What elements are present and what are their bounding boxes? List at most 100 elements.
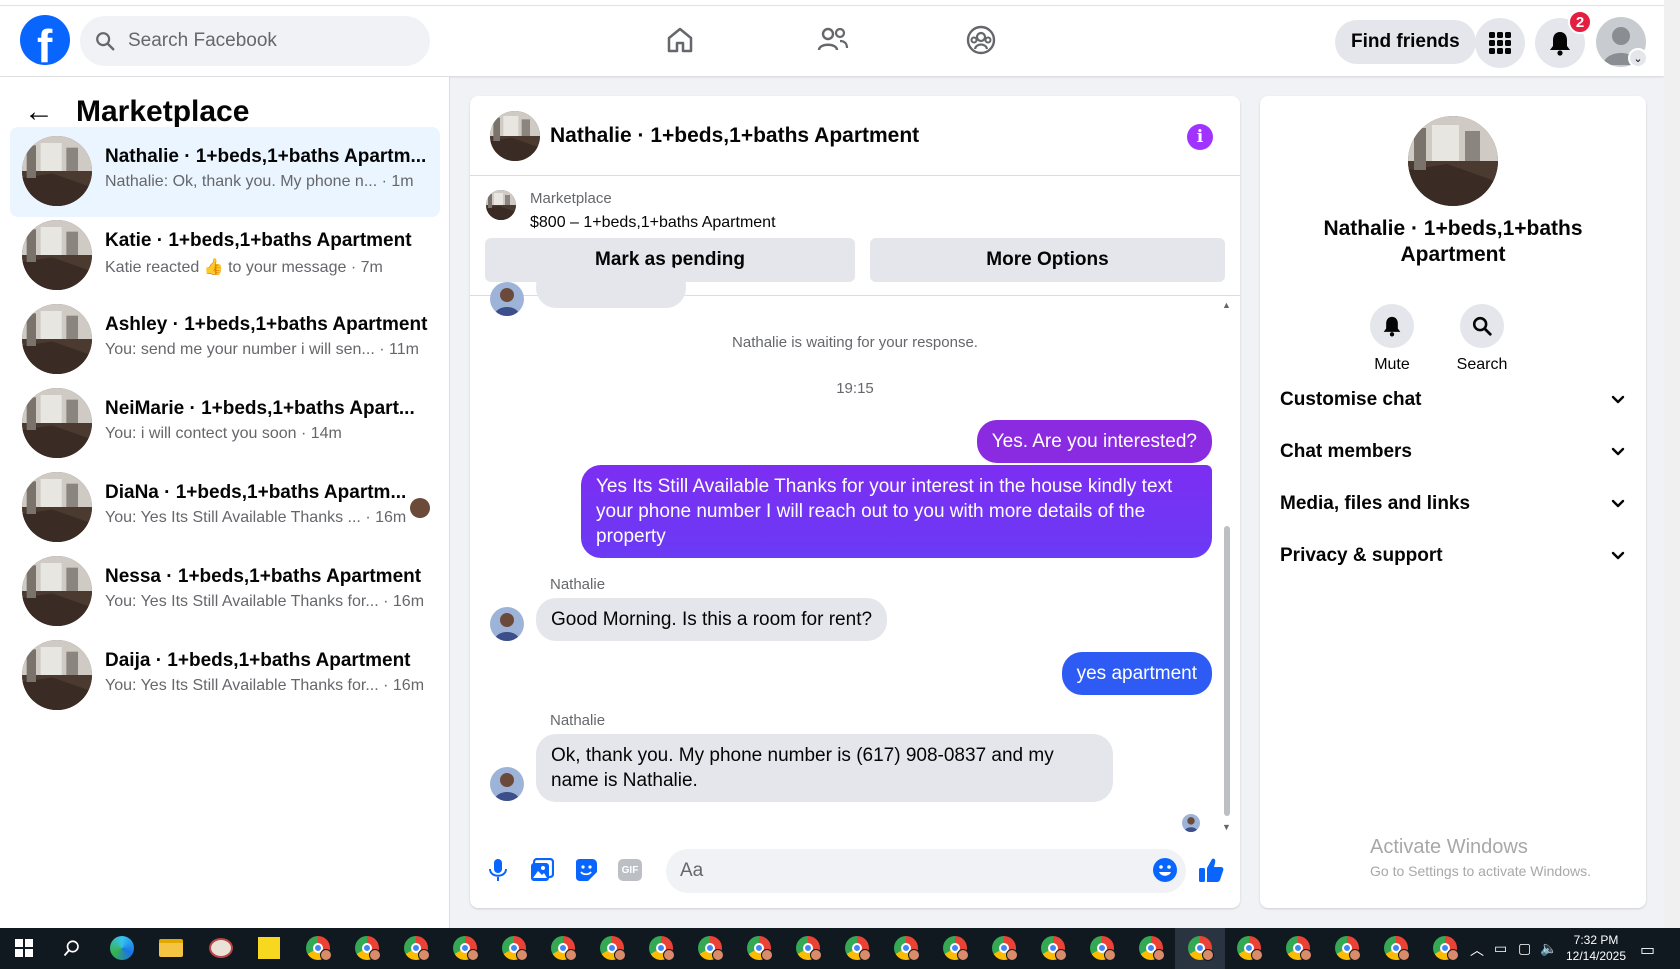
chrome-browser-icon[interactable]	[450, 933, 480, 963]
outgoing-message[interactable]: Yes. Are you interested?	[976, 420, 1212, 463]
sticky-notes-icon[interactable]	[254, 933, 284, 963]
section-label: Privacy & support	[1280, 545, 1443, 566]
details-title: Nathalie · 1+beds,1+baths Apartment	[1323, 217, 1583, 266]
incoming-message[interactable]: Good Morning. Is this a room for rent?	[536, 598, 888, 641]
page-scrollbar[interactable]	[1664, 0, 1680, 928]
back-arrow-icon[interactable]: ←	[24, 95, 54, 129]
chrome-browser-icon[interactable]	[499, 933, 529, 963]
chevron-down-icon	[1611, 551, 1625, 560]
details-section-row[interactable]: Media, files and links	[1280, 484, 1626, 524]
chrome-browser-icon[interactable]	[1136, 933, 1166, 963]
chrome-browser-icon[interactable]	[646, 933, 676, 963]
conversation-item[interactable]: DiaNa · 1+beds,1+baths Apartm... You: Yes…	[10, 463, 440, 553]
display-icon[interactable]: ▢	[1518, 940, 1531, 957]
chrome-browser-icon[interactable]	[401, 933, 431, 963]
taskbar-search-icon[interactable]	[57, 933, 87, 963]
conversation-title: Daija · 1+beds,1+baths Apartment	[105, 650, 411, 671]
chrome-browser-icon[interactable]	[1381, 933, 1411, 963]
facebook-logo-icon[interactable]: f	[20, 15, 70, 72]
search-in-conversation-button[interactable]: Search	[1447, 304, 1517, 374]
details-section-row[interactable]: Chat members	[1280, 432, 1626, 472]
listing-thumbnail[interactable]	[490, 111, 540, 161]
conversation-item[interactable]: Ashley · 1+beds,1+baths Apartment You: se…	[10, 295, 440, 385]
more-options-button[interactable]: More Options	[870, 238, 1225, 282]
file-explorer-icon[interactable]	[156, 933, 186, 963]
conversation-item[interactable]: Nessa · 1+beds,1+baths Apartment You: Yes…	[10, 547, 440, 637]
emoji-icon[interactable]	[1147, 852, 1183, 888]
page-title: Marketplace	[76, 95, 250, 128]
sidebar-header: ← Marketplace	[24, 95, 249, 129]
taskbar-clock[interactable]: 7:32 PM 12/14/2025	[1560, 932, 1632, 964]
conversation-details-panel: Nathalie · 1+beds,1+baths Apartment Mute…	[1260, 96, 1646, 908]
chrome-browser-icon[interactable]	[303, 933, 333, 963]
chrome-browser-icon[interactable]	[548, 933, 578, 963]
gif-icon[interactable]: GIF	[612, 852, 648, 888]
chrome-browser-icon[interactable]	[940, 933, 970, 963]
outgoing-message[interactable]: Yes Its Still Available Thanks for your …	[581, 465, 1212, 558]
chrome-browser-icon[interactable]	[695, 933, 725, 963]
chrome-browser-icon[interactable]	[1185, 933, 1215, 963]
conversation-item[interactable]: NeiMarie · 1+beds,1+baths Apart... You: i…	[10, 379, 440, 469]
conversation-item[interactable]: Nathalie · 1+beds,1+baths Apartm... Natha…	[10, 127, 440, 217]
menu-grid-icon[interactable]	[1475, 18, 1525, 68]
microphone-icon[interactable]	[480, 852, 516, 888]
incoming-message[interactable]: Ok, thank you. My phone number is (617) …	[536, 734, 1113, 802]
photo-icon[interactable]	[524, 852, 560, 888]
scroll-up-icon[interactable]: ▲	[1222, 300, 1231, 310]
sender-avatar	[490, 767, 524, 801]
details-section-row[interactable]: Privacy & support	[1280, 536, 1626, 576]
preview-time: 16m	[392, 593, 425, 610]
volume-icon[interactable]: 🔈	[1540, 940, 1557, 957]
scroll-down-icon[interactable]: ▼	[1222, 822, 1231, 832]
search-input[interactable]: Search Facebook	[80, 16, 430, 66]
preview-text: You: send me your number i will sen...	[105, 341, 375, 358]
read-receipt-avatar	[1182, 814, 1200, 832]
chrome-browser-icon[interactable]	[1332, 933, 1362, 963]
chrome-browser-icon[interactable]	[842, 933, 872, 963]
windows-start-icon[interactable]	[9, 933, 39, 963]
scrollbar-thumb[interactable]	[1224, 526, 1230, 816]
listing-price[interactable]: $800 – 1+beds,1+baths Apartment	[530, 214, 776, 232]
details-section-row[interactable]: Customise chat	[1280, 380, 1626, 420]
groups-icon[interactable]	[961, 20, 1001, 60]
outgoing-message[interactable]: yes apartment	[1061, 652, 1212, 695]
conversation-item[interactable]: Katie · 1+beds,1+baths Apartment Katie re…	[10, 211, 440, 301]
message-input[interactable]: Aa	[666, 849, 1186, 893]
mute-button[interactable]: Mute	[1357, 304, 1427, 374]
thread-scrollbar[interactable]: ▲ ▼	[1222, 300, 1232, 832]
preview-time: 1m	[391, 173, 414, 190]
mute-label: Mute	[1374, 356, 1410, 373]
thumbs-up-icon[interactable]	[1193, 852, 1229, 888]
chrome-browser-icon[interactable]	[597, 933, 627, 963]
action-center-icon[interactable]: ▭	[1640, 940, 1655, 960]
friends-icon[interactable]	[813, 20, 853, 60]
chat-title[interactable]: Nathalie · 1+beds,1+baths Apartment	[550, 124, 919, 148]
sticker-icon[interactable]	[568, 852, 604, 888]
conversation-item[interactable]: Daija · 1+beds,1+baths Apartment You: Yes…	[10, 631, 440, 721]
chevron-down-icon[interactable]: ⌄	[1628, 48, 1648, 68]
find-friends-button[interactable]: Find friends	[1335, 20, 1476, 64]
conversation-preview: You: i will contect you soon · 14m	[105, 425, 342, 442]
chrome-browser-icon[interactable]	[1430, 933, 1460, 963]
chrome-browser-icon[interactable]	[793, 933, 823, 963]
paint-app-icon[interactable]	[206, 933, 236, 963]
chevron-down-icon	[1611, 499, 1625, 508]
chrome-browser-icon[interactable]	[1038, 933, 1068, 963]
chrome-browser-icon[interactable]	[744, 933, 774, 963]
marketplace-label: Marketplace	[530, 190, 612, 207]
home-icon[interactable]	[660, 20, 700, 60]
preview-text: Nathalie: Ok, thank you. My phone n...	[105, 173, 378, 190]
chrome-browser-icon[interactable]	[352, 933, 382, 963]
network-icon[interactable]: ▭	[1494, 940, 1507, 957]
chrome-browser-icon[interactable]	[1087, 933, 1117, 963]
chrome-browser-icon[interactable]	[989, 933, 1019, 963]
chrome-browser-icon[interactable]	[891, 933, 921, 963]
chrome-browser-icon[interactable]	[1283, 933, 1313, 963]
chrome-browser-icon[interactable]	[1234, 933, 1264, 963]
listing-photo[interactable]	[1408, 116, 1498, 206]
tray-chevron-icon[interactable]: ︿	[1470, 940, 1484, 960]
clock-time: 7:32 PM	[1573, 933, 1619, 947]
edge-browser-icon[interactable]	[107, 933, 137, 963]
info-icon[interactable]: i	[1187, 124, 1213, 150]
search-icon	[96, 32, 115, 51]
